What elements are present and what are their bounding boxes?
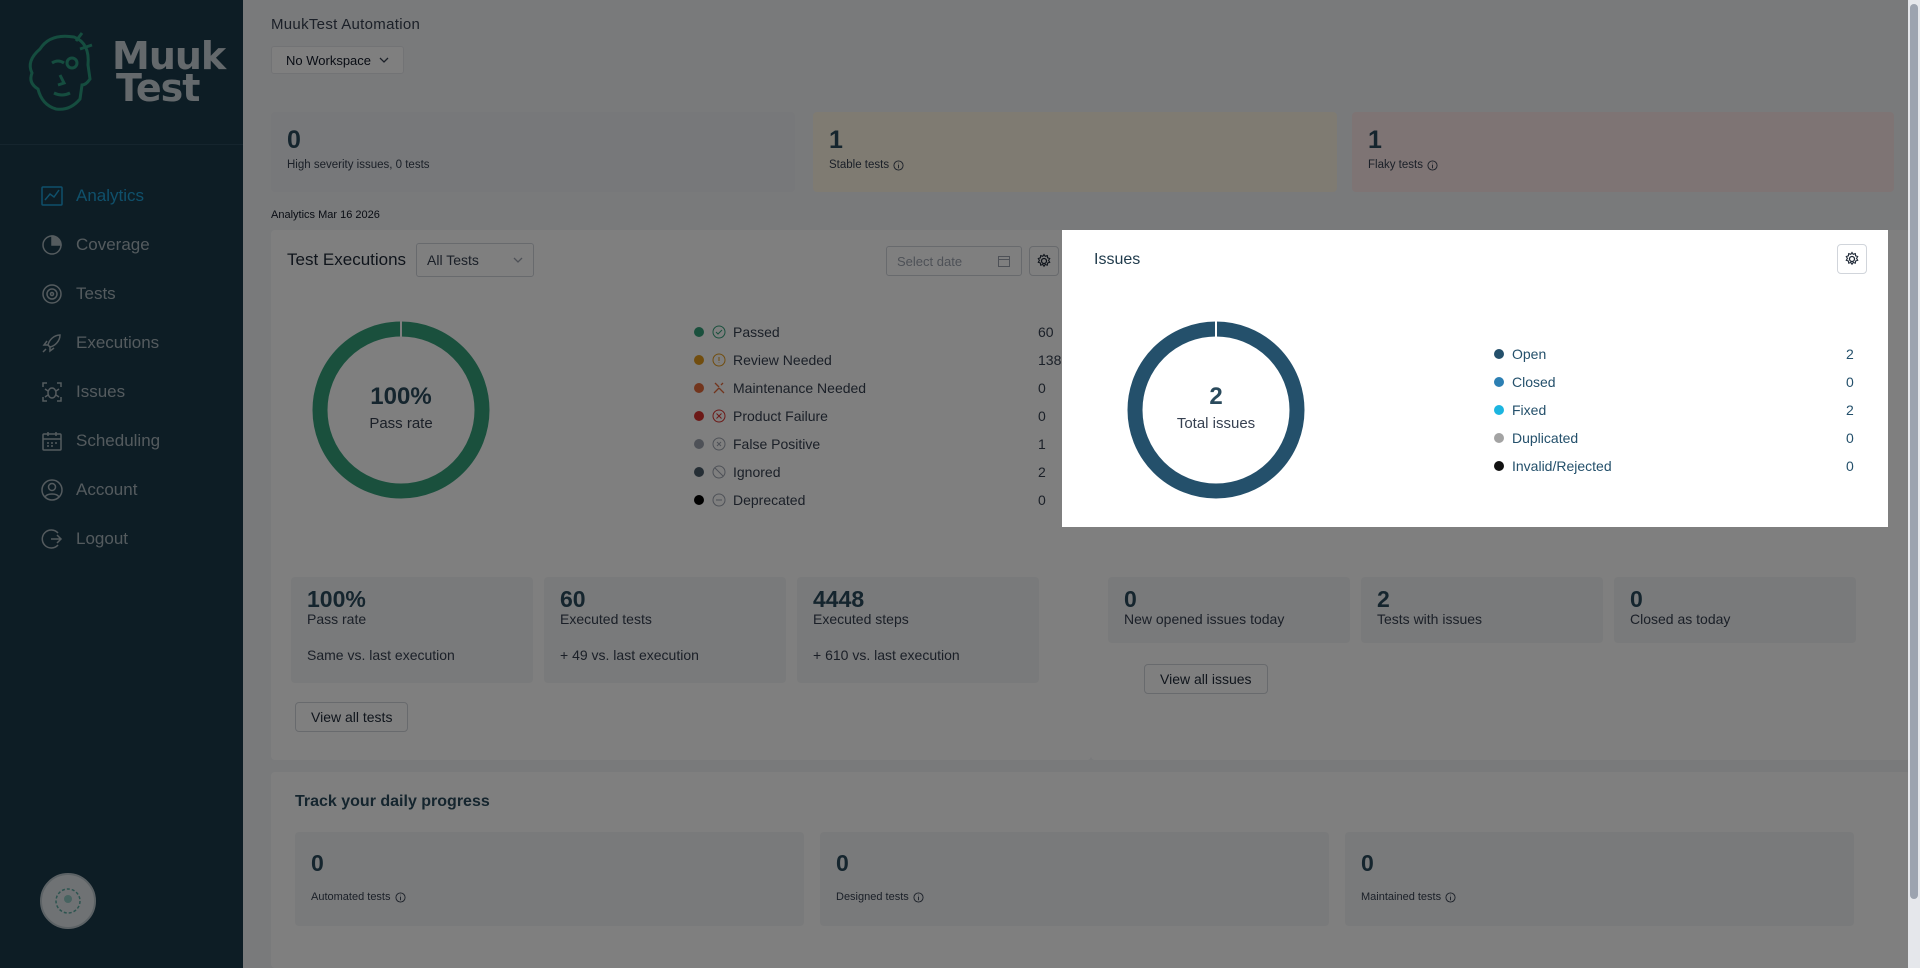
legend-value: 2 [1846,402,1854,418]
issues-legend-closed[interactable]: Closed [1494,368,1556,396]
issues-legend-open[interactable]: Open [1494,340,1546,368]
total-issues-label: Total issues [1176,415,1256,432]
legend-dot [1494,349,1504,359]
issues-title: Issues [1094,251,1141,268]
legend-value: 0 [1846,430,1854,446]
issues-legend-invalid-rejected[interactable]: Invalid/Rejected [1494,452,1612,480]
issues-legend-duplicated[interactable]: Duplicated [1494,424,1578,452]
total-issues-value: 2 [1209,383,1223,410]
issues-legend-fixed[interactable]: Fixed [1494,396,1546,424]
legend-dot [1494,461,1504,471]
legend-dot [1494,377,1504,387]
issues-focus-card: Issues 2 Total issues Open 2 Closed 0 Fixed 2… [1062,230,1888,527]
legend-dot [1494,405,1504,415]
legend-value: 0 [1846,374,1854,390]
legend-label: Duplicated [1512,430,1579,446]
legend-value: 2 [1846,346,1854,362]
issues-settings-button[interactable] [1837,244,1867,274]
legend-value: 0 [1846,458,1854,474]
legend-label: Open [1512,346,1547,362]
legend-label: Invalid/Rejected [1512,458,1612,474]
legend-label: Closed [1512,374,1556,390]
scrollbar[interactable] [1908,0,1920,968]
gear-icon [1845,251,1859,266]
issues-center: 2 Total issues [1126,383,1306,432]
scrollbar-thumb[interactable] [1910,4,1918,899]
legend-label: Fixed [1512,402,1547,418]
legend-dot [1494,433,1504,443]
